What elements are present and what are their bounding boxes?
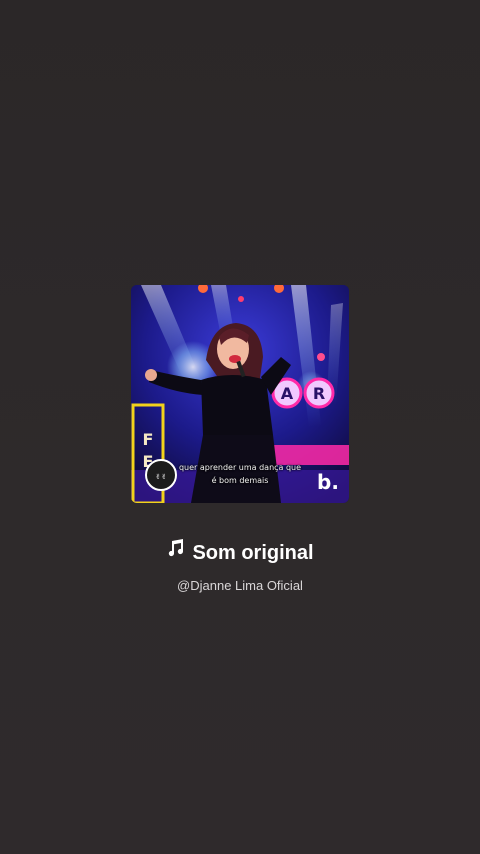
album-cover[interactable]: A R F E ✌✌ b. quer aprender uma dança qu… bbox=[131, 285, 349, 503]
original-sound-screen: A R F E ✌✌ b. quer aprender uma dança qu… bbox=[0, 0, 480, 854]
cover-caption-line1: quer aprender uma dança que bbox=[178, 463, 302, 472]
sound-title-text: Som original bbox=[192, 542, 314, 564]
sound-title: Som original bbox=[0, 538, 480, 568]
cover-caption-line2: é bom demais bbox=[211, 476, 269, 485]
svg-text:F: F bbox=[143, 430, 154, 449]
music-note-icon bbox=[166, 537, 186, 567]
svg-text:R: R bbox=[313, 384, 325, 403]
svg-text:A: A bbox=[281, 384, 294, 403]
sound-artist[interactable]: @Djanne Lima Oficial bbox=[0, 577, 480, 595]
